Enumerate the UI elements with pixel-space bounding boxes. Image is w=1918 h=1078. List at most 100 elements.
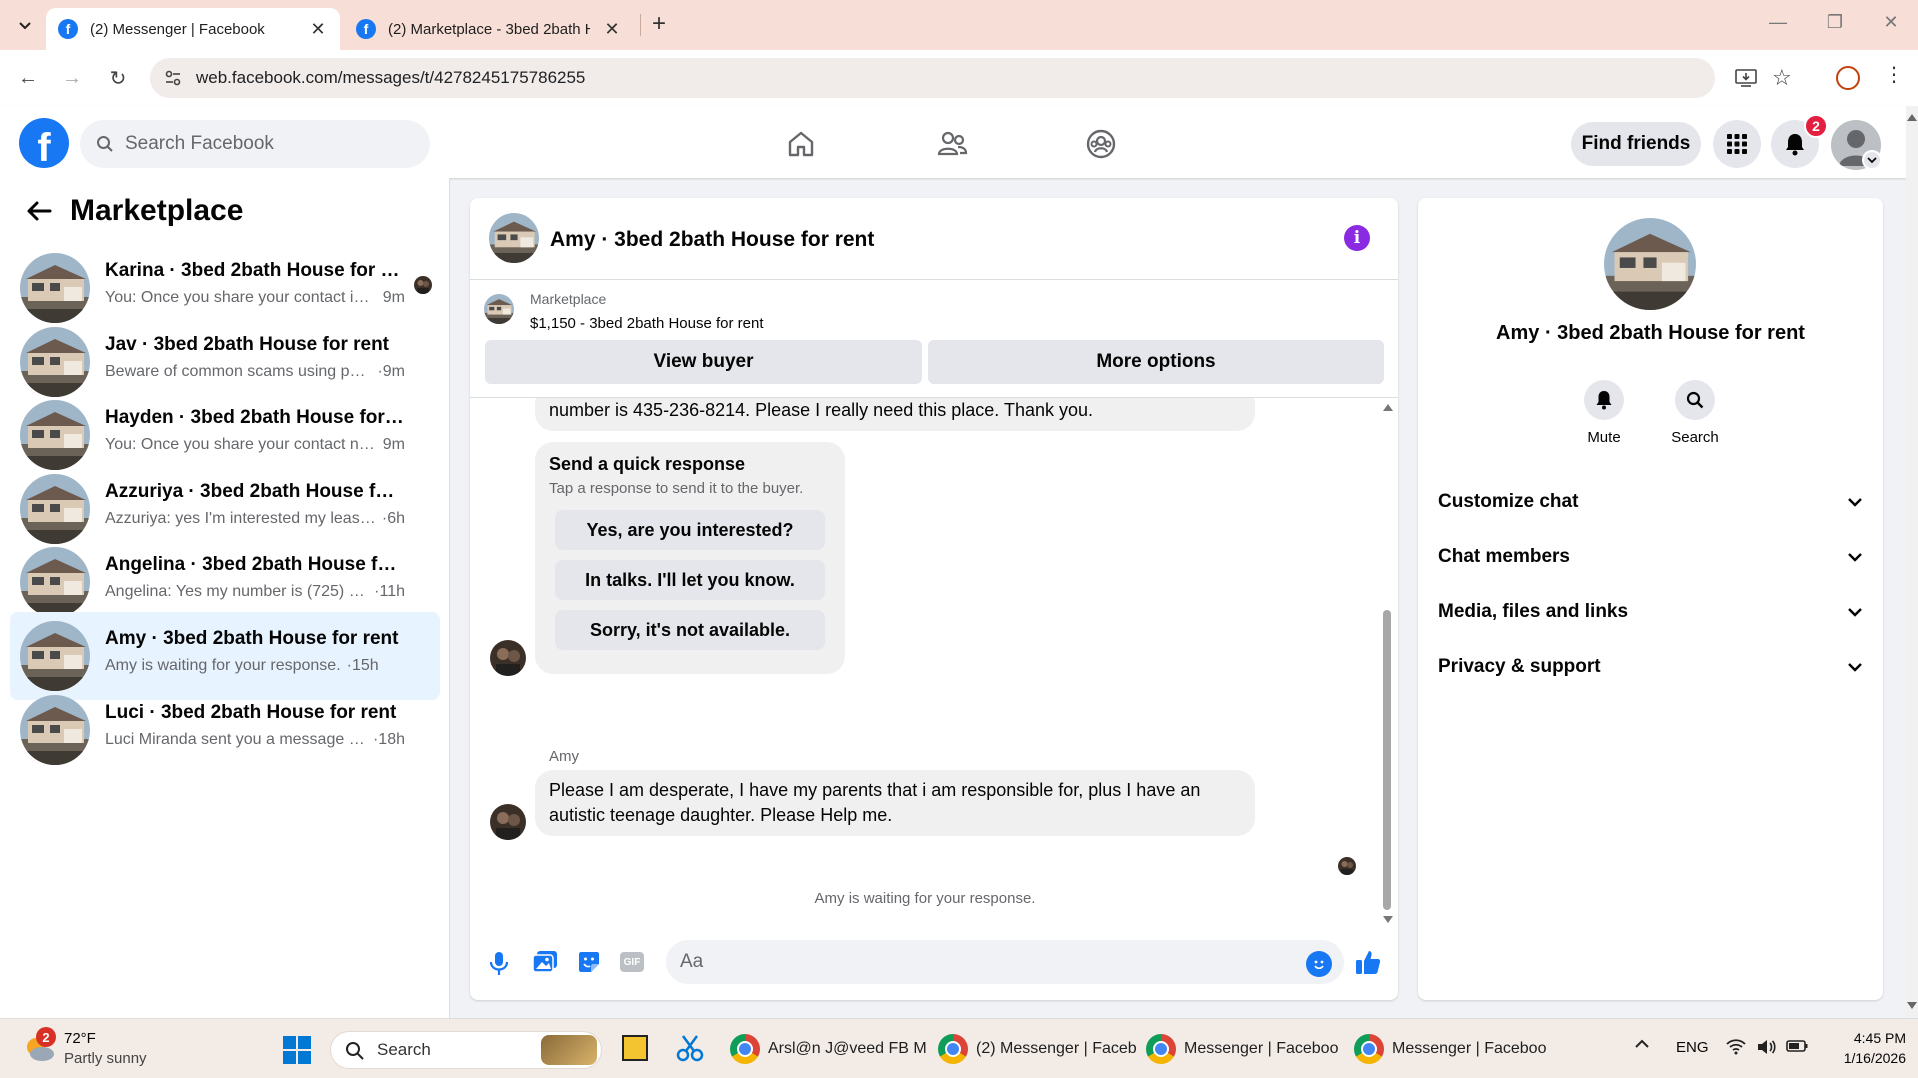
windows-start-icon[interactable] xyxy=(282,1035,312,1065)
page-scrollbar[interactable] xyxy=(1906,106,1918,1018)
sender-name: Amy xyxy=(549,748,579,765)
weather-temp[interactable]: 72°F xyxy=(64,1030,96,1047)
message-bubble-previous: number is 435-236-8214. Please I really … xyxy=(535,398,1255,431)
customize-chat-row[interactable]: Customize chat xyxy=(1438,482,1863,522)
message-composer: GIF Aa xyxy=(470,928,1398,1000)
privacy-support-row[interactable]: Privacy & support xyxy=(1438,647,1863,687)
tab-messenger[interactable]: f (2) Messenger | Facebook ✕ xyxy=(46,8,340,50)
chat-members-row[interactable]: Chat members xyxy=(1438,537,1863,577)
chat-title[interactable]: Amy · 3bed 2bath House for rent xyxy=(550,228,874,252)
profile-icon[interactable] xyxy=(1836,66,1860,90)
facebook-favicon-icon: f xyxy=(356,19,376,39)
conversation-avatar xyxy=(20,253,90,323)
conversation-name: Hayden · 3bed 2bath House for rent xyxy=(105,407,405,429)
listing-title[interactable]: $1,150 - 3bed 2bath House for rent xyxy=(530,315,764,332)
clock-time[interactable]: 4:45 PM xyxy=(1826,1030,1906,1046)
back-arrow-icon[interactable] xyxy=(26,200,52,222)
scrollbar-thumb[interactable] xyxy=(1383,610,1391,910)
find-friends-button[interactable]: Find friends xyxy=(1571,122,1701,166)
more-options-button[interactable]: More options xyxy=(928,340,1384,384)
seen-receipt-avatar xyxy=(414,276,432,294)
snipping-tool-icon[interactable] xyxy=(675,1033,705,1063)
view-buyer-button[interactable]: View buyer xyxy=(485,340,922,384)
chevron-up-icon[interactable] xyxy=(1634,1039,1650,1049)
quick-response-option[interactable]: Yes, are you interested? xyxy=(555,510,825,550)
chat-header: Amy · 3bed 2bath House for rent i xyxy=(470,198,1398,280)
tab-close-icon[interactable]: ✕ xyxy=(602,19,622,40)
like-thumb-icon[interactable] xyxy=(1354,948,1382,976)
taskbar-app-chrome-2[interactable]: (2) Messenger | Faceb xyxy=(938,1029,1137,1069)
new-tab-plus-icon[interactable]: + xyxy=(652,10,666,38)
scroll-up-arrow-icon[interactable] xyxy=(1907,114,1917,121)
weather-description[interactable]: Partly sunny xyxy=(64,1050,147,1067)
seen-receipt-avatar xyxy=(1338,857,1356,875)
row-label: Chat members xyxy=(1438,546,1570,567)
emoji-icon[interactable] xyxy=(1306,951,1332,977)
snippet-time: ·11h xyxy=(374,583,405,601)
menu-grid-icon[interactable] xyxy=(1713,120,1761,168)
restore-icon[interactable]: ❐ xyxy=(1820,12,1850,33)
marketplace-listing-banner: Marketplace $1,150 - 3bed 2bath House fo… xyxy=(470,280,1398,398)
conversation-avatar xyxy=(20,400,90,471)
taskbar-search-box[interactable]: Search xyxy=(330,1031,602,1069)
sticky-notes-icon[interactable] xyxy=(622,1035,648,1061)
profile-avatar-large[interactable] xyxy=(1604,218,1696,310)
forward-arrow-icon[interactable]: → xyxy=(58,64,86,92)
tab-search-chevron-icon[interactable] xyxy=(12,12,38,38)
info-icon[interactable]: i xyxy=(1344,225,1370,251)
message-input[interactable]: Aa xyxy=(666,940,1344,984)
search-action[interactable]: Search xyxy=(1665,380,1725,446)
info-title: Amy · 3bed 2bath House for rent xyxy=(1496,322,1805,344)
facebook-logo[interactable]: f xyxy=(19,118,69,168)
chat-panel: Amy · 3bed 2bath House for rent i Market… xyxy=(470,198,1398,1000)
groups-icon[interactable] xyxy=(1081,124,1121,164)
sender-avatar[interactable] xyxy=(490,804,526,840)
site-info-icon[interactable] xyxy=(164,69,182,87)
clock-date[interactable]: 1/16/2026 xyxy=(1826,1050,1906,1066)
browser-tab-strip: f (2) Messenger | Facebook ✕ f (2) Marke… xyxy=(0,0,1918,50)
friends-icon[interactable] xyxy=(932,124,972,164)
url-bar[interactable]: web.facebook.com/messages/t/427824517578… xyxy=(150,58,1792,98)
minimize-icon[interactable]: — xyxy=(1763,12,1793,33)
conversation-snippet: Azzuriya: yes I'm interested my lease en… xyxy=(105,510,405,528)
install-app-icon[interactable] xyxy=(1735,68,1757,88)
close-window-icon[interactable]: ✕ xyxy=(1876,12,1906,33)
home-icon[interactable] xyxy=(781,124,821,164)
taskbar-app-chrome-1[interactable]: Arsl@n J@veed FB M xyxy=(730,1029,927,1069)
chevron-down-icon xyxy=(1847,607,1863,617)
conversation-item[interactable]: Luci · 3bed 2bath House for rent Luci Mir… xyxy=(10,686,440,774)
quick-response-option[interactable]: Sorry, it's not available. xyxy=(555,610,825,650)
taskbar-app-chrome-3[interactable]: Messenger | Faceboo xyxy=(1146,1029,1338,1069)
scroll-down-arrow-icon[interactable] xyxy=(1907,1002,1917,1009)
scroll-up-arrow-icon[interactable] xyxy=(1383,404,1393,411)
microphone-icon[interactable] xyxy=(488,950,510,976)
media-files-links-row[interactable]: Media, files and links xyxy=(1438,592,1863,632)
volume-icon[interactable] xyxy=(1756,1038,1776,1056)
sticker-icon[interactable] xyxy=(577,950,601,974)
scroll-down-arrow-icon[interactable] xyxy=(1383,916,1393,923)
reload-icon[interactable]: ↻ xyxy=(104,64,132,92)
account-chevron-icon[interactable] xyxy=(1862,150,1882,170)
tab-close-icon[interactable]: ✕ xyxy=(308,19,328,40)
gif-icon[interactable]: GIF xyxy=(620,952,644,972)
search-icon[interactable] xyxy=(1675,380,1715,420)
battery-icon[interactable] xyxy=(1786,1040,1808,1052)
browser-menu-icon[interactable]: ⋮ xyxy=(1884,62,1904,87)
listing-thumbnail xyxy=(484,294,514,324)
tab-marketplace[interactable]: f (2) Marketplace - 3bed 2bath H ✕ xyxy=(344,8,634,50)
mute-action[interactable]: Mute xyxy=(1579,380,1629,446)
chat-avatar[interactable] xyxy=(489,213,539,263)
photo-icon[interactable] xyxy=(532,950,558,974)
facebook-search-input[interactable]: Search Facebook xyxy=(80,120,430,168)
bell-icon[interactable] xyxy=(1584,380,1624,420)
bookmark-star-icon[interactable]: ☆ xyxy=(1772,65,1792,91)
search-placeholder: Search Facebook xyxy=(125,133,274,154)
wifi-icon[interactable] xyxy=(1726,1039,1746,1055)
sender-avatar[interactable] xyxy=(490,640,526,676)
taskbar-app-chrome-4[interactable]: Messenger | Faceboo xyxy=(1354,1029,1546,1069)
back-arrow-icon[interactable]: ← xyxy=(14,64,42,92)
thread-scrollbar[interactable] xyxy=(1380,398,1394,928)
quick-response-option[interactable]: In talks. I'll let you know. xyxy=(555,560,825,600)
message-thread: number is 435-236-8214. Please I really … xyxy=(470,398,1398,928)
language-indicator[interactable]: ENG xyxy=(1676,1039,1709,1056)
